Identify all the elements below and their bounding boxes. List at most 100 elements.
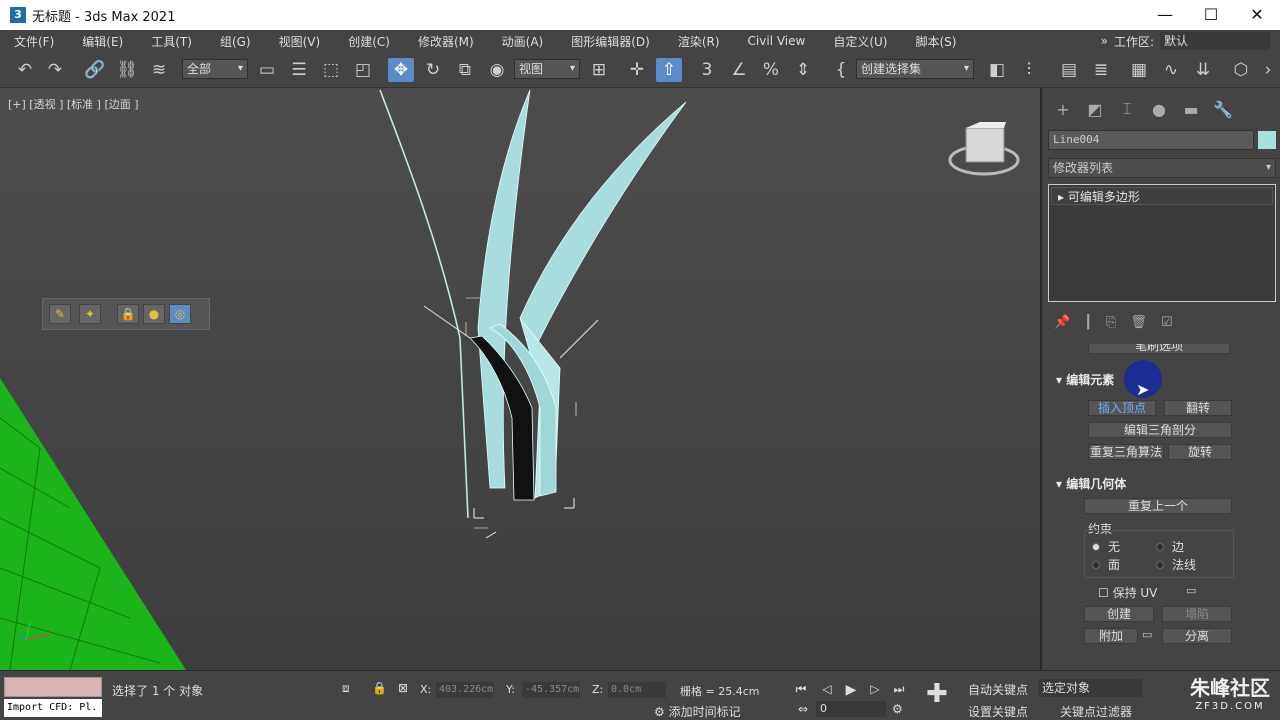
stack-item[interactable]: ▸ 可编辑多边形 (1051, 187, 1273, 205)
move-icon[interactable]: ✥ (388, 58, 414, 82)
constraint-edge-radio[interactable]: 边 (1156, 538, 1184, 555)
placement-icon[interactable]: ◉ (484, 58, 510, 82)
menu-tools[interactable]: 工具(T) (123, 33, 192, 50)
circle-icon[interactable]: ● (143, 304, 165, 324)
configure-sets-icon[interactable]: ☑ (1161, 315, 1173, 330)
motion-tab-icon[interactable]: ● (1148, 100, 1170, 119)
select-manipulate-icon[interactable]: ✛ (624, 58, 650, 82)
set-key-button[interactable]: 设置关键点 (968, 703, 1028, 720)
brush-options-button[interactable]: 笔刷选项 (1088, 344, 1230, 354)
menu-scripting[interactable]: 脚本(S) (887, 33, 956, 50)
menu-modifiers[interactable]: 修改器(M) (390, 33, 474, 50)
turn-button[interactable]: 旋转 (1168, 444, 1232, 460)
current-frame-field[interactable]: 0 (816, 701, 886, 717)
goto-start-icon[interactable]: ⏮ (792, 682, 810, 698)
key-mode-icon[interactable]: ⇔ (798, 702, 808, 716)
align-icon[interactable]: ⫶ (1016, 58, 1042, 82)
utilities-tab-icon[interactable]: 🔧 (1212, 100, 1234, 119)
edit-geometry-title[interactable]: ▾ 编辑几何体 (1048, 474, 1274, 494)
create-tab-icon[interactable]: + (1052, 100, 1074, 119)
expand-chevron-icon[interactable]: » (1101, 34, 1108, 48)
toggle-ribbon-icon[interactable]: ▦ (1126, 58, 1152, 82)
material-editor-icon[interactable]: ⬡ (1228, 58, 1254, 82)
next-frame-icon[interactable]: ▷ (866, 682, 884, 698)
workspace-dropdown[interactable]: 默认 (1160, 32, 1270, 50)
select-by-name-icon[interactable]: ☰ (286, 58, 312, 82)
key-target-dropdown[interactable]: 选定对象 (1038, 679, 1142, 697)
new-key-icon[interactable]: ✚ (926, 679, 948, 709)
bind-space-warp-icon[interactable]: ≋ (146, 58, 172, 82)
light-icon[interactable]: ◎ (169, 304, 191, 324)
constraint-face-radio[interactable]: 面 (1092, 556, 1120, 573)
angle-snap-icon[interactable]: ∠ (726, 58, 752, 82)
menu-rendering[interactable]: 渲染(R) (650, 33, 720, 50)
insert-vertex-button[interactable]: 插入顶点 (1088, 400, 1156, 416)
pin-stack-icon[interactable]: 📌 (1054, 315, 1070, 330)
z-coord-field[interactable]: 0.0cm (608, 682, 666, 698)
detach-button[interactable]: 分离 (1162, 628, 1232, 644)
minimize-button[interactable]: — (1142, 0, 1188, 30)
object-name-field[interactable]: Line004 (1048, 130, 1254, 150)
fill-brush-icon[interactable]: ✦ (79, 304, 101, 324)
spinner-snap-icon[interactable]: ⇕ (790, 58, 816, 82)
select-object-icon[interactable]: ▭ (254, 58, 280, 82)
attach-button[interactable]: 附加 (1084, 628, 1138, 644)
prev-frame-icon[interactable]: ◁ (818, 682, 836, 698)
pivot-center-icon[interactable]: ⊞ (586, 58, 612, 82)
menu-graph-editors[interactable]: 图形编辑器(D) (543, 33, 650, 50)
scene-explorer-icon[interactable]: ▤ (1056, 58, 1082, 82)
goto-end-icon[interactable]: ⏭ (890, 682, 908, 698)
preserve-uv-checkbox[interactable]: ☐ 保持 UV (1098, 584, 1157, 601)
create-button[interactable]: 创建 (1084, 606, 1154, 622)
maxscript-input[interactable]: Import CFD: Pl. (4, 699, 102, 717)
perspective-viewport[interactable]: [+] [透视 ] [标准 ] [边面 ] ✎ ✦ 🔒 ● ◎ (0, 88, 1042, 670)
link-icon[interactable]: 🔗 (82, 58, 108, 82)
preserve-uv-settings-icon[interactable]: ▭ (1186, 584, 1196, 597)
add-time-tag[interactable]: ⚙ 添加时间标记 (654, 703, 741, 720)
curve-editor-icon[interactable]: ∿ (1158, 58, 1184, 82)
time-config-icon[interactable]: ⚙ (892, 702, 903, 716)
view-cube[interactable] (948, 122, 1020, 176)
maxscript-listener[interactable] (4, 677, 102, 697)
named-selection-dropdown[interactable]: 创建选择集 (856, 59, 974, 79)
play-icon[interactable]: ▶ (842, 682, 860, 698)
schematic-view-icon[interactable]: ⇊ (1190, 58, 1216, 82)
scale-icon[interactable]: ⧉ (452, 58, 478, 82)
redo-icon[interactable]: ↷ (42, 58, 68, 82)
selection-filter-dropdown[interactable]: 全部 (182, 59, 248, 79)
collapse-button[interactable]: 塌陷 (1162, 606, 1232, 622)
modifier-list-dropdown[interactable]: 修改器列表 (1048, 158, 1276, 178)
menu-group[interactable]: 组(G) (192, 33, 251, 50)
paint-brush-icon[interactable]: ✎ (49, 304, 71, 324)
edit-triangulation-button[interactable]: 编辑三角剖分 (1088, 422, 1232, 438)
selection-lock-icon[interactable]: 🔒 (372, 681, 387, 695)
rotate-icon[interactable]: ↻ (420, 58, 446, 82)
reference-coord-dropdown[interactable]: 视图 (514, 59, 580, 79)
auto-key-button[interactable]: 自动关键点 (968, 681, 1028, 698)
x-coord-field[interactable]: 403.226cm (436, 682, 494, 698)
absolute-mode-icon[interactable]: ⊠ (398, 681, 408, 695)
menu-create[interactable]: 创建(C) (320, 33, 390, 50)
repeat-last-button[interactable]: 重复上一个 (1084, 498, 1232, 514)
flip-button[interactable]: 翻转 (1164, 400, 1232, 416)
mirror-icon[interactable]: ◧ (984, 58, 1010, 82)
isolate-icon[interactable]: ⧈ (342, 681, 350, 696)
toolbar-more-icon[interactable]: › (1258, 58, 1278, 82)
modify-tab-icon[interactable]: ◩ (1084, 100, 1106, 119)
keyboard-shortcut-override-icon[interactable]: ⇧ (656, 58, 682, 82)
unlink-icon[interactable]: ⛓ (114, 58, 140, 82)
menu-animation[interactable]: 动画(A) (474, 33, 544, 50)
rect-selection-icon[interactable]: ⬚ (318, 58, 344, 82)
snap-toggle-icon[interactable]: 3 (694, 58, 720, 82)
percent-snap-icon[interactable]: % (758, 58, 784, 82)
edit-named-sel-icon[interactable]: { (828, 58, 854, 82)
key-filters-button[interactable]: 关键点过滤器 (1060, 703, 1132, 720)
grass-model[interactable] (379, 89, 687, 529)
window-crossing-icon[interactable]: ◰ (350, 58, 376, 82)
display-tab-icon[interactable]: ▬ (1180, 100, 1202, 119)
menu-civil-view[interactable]: Civil View (720, 34, 806, 48)
remove-modifier-icon[interactable]: 🗑 (1130, 315, 1147, 330)
show-end-result-icon[interactable]: ┃ (1084, 315, 1092, 330)
maximize-button[interactable]: ☐ (1188, 0, 1234, 30)
make-unique-icon[interactable]: ⎘ (1106, 315, 1116, 330)
